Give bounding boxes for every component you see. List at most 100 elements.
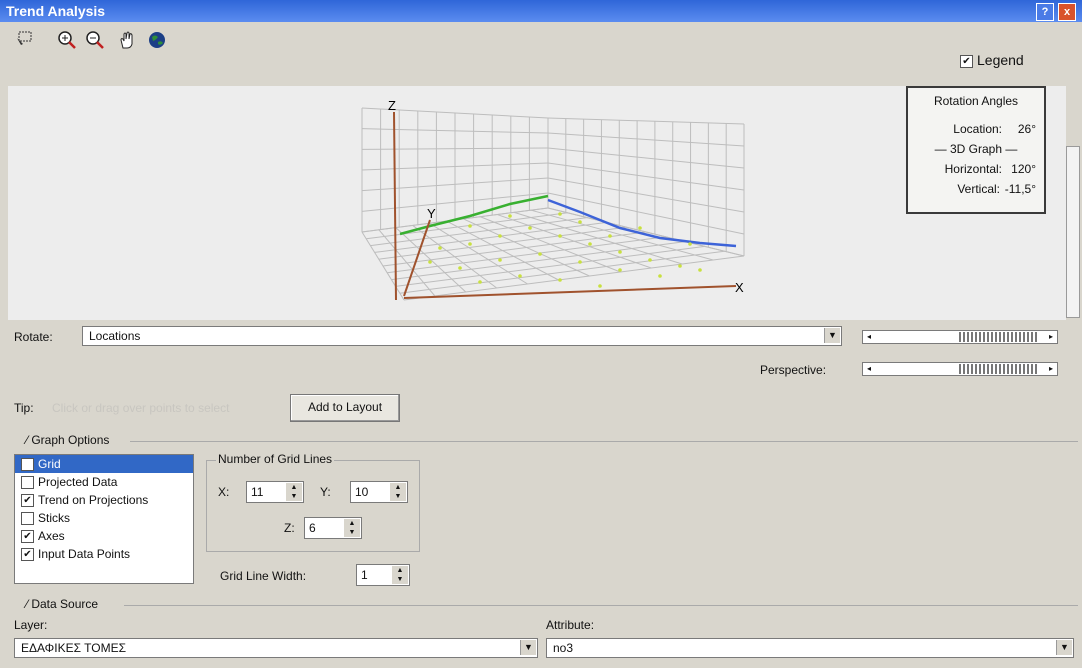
data-point[interactable]	[678, 264, 682, 268]
data-point[interactable]	[498, 234, 502, 238]
attribute-dropdown[interactable]: no3 ▼	[546, 638, 1074, 658]
grid-x-stepper[interactable]: 11 ▲ ▼	[246, 481, 304, 503]
rotate-slider[interactable]: ◂ ▸	[862, 330, 1058, 344]
data-source-title[interactable]: ⁄ Data Source	[26, 597, 98, 611]
grid-y-label: Y:	[320, 485, 331, 499]
grid-line	[547, 147, 745, 169]
grid-z-label: Z:	[284, 521, 295, 535]
section-divider	[130, 441, 1078, 442]
perspective-slider-thumb[interactable]	[959, 364, 1039, 374]
data-point[interactable]	[558, 212, 562, 216]
rotation-angles-legend: Rotation Angles Location: 26° — 3D Graph…	[906, 86, 1046, 214]
grid-z-value: 6	[309, 521, 316, 535]
list-item-label: Trend on Projections	[38, 493, 149, 507]
chevron-down-icon[interactable]: ▼	[1056, 640, 1072, 655]
grid-line	[547, 117, 745, 125]
add-to-layout-button[interactable]: Add to Layout	[290, 394, 400, 422]
data-point[interactable]	[618, 250, 622, 254]
list-item[interactable]: ✔ Grid	[15, 455, 193, 473]
data-point[interactable]	[428, 260, 432, 264]
data-point[interactable]	[698, 268, 702, 272]
list-item[interactable]: Sticks	[15, 509, 193, 527]
checkbox[interactable]: ✔	[21, 494, 34, 508]
grid-line	[387, 236, 666, 274]
data-point[interactable]	[638, 226, 642, 230]
data-point[interactable]	[558, 278, 562, 282]
checkbox[interactable]	[21, 476, 34, 490]
rotate-slider-thumb[interactable]	[959, 332, 1039, 342]
horizontal-label: Horizontal:	[944, 162, 1002, 176]
grid-z-stepper[interactable]: 6 ▲ ▼	[304, 517, 362, 539]
grid-line	[403, 255, 745, 301]
graph-options-list[interactable]: ✔ Grid Projected Data ✔ Trend on Projectio…	[14, 454, 194, 584]
graph-header: — 3D Graph —	[934, 142, 1018, 156]
data-point[interactable]	[558, 234, 562, 238]
data-point[interactable]	[598, 284, 602, 288]
y-axis-label: Y	[427, 206, 436, 221]
checkbox[interactable]: ✔	[21, 548, 34, 562]
scroll-left-icon[interactable]: ◂	[863, 331, 875, 343]
data-point[interactable]	[688, 242, 692, 246]
data-point[interactable]	[538, 252, 542, 256]
data-source-label: Data Source	[31, 597, 99, 611]
grid-line	[547, 162, 745, 191]
list-item[interactable]: Projected Data	[15, 473, 193, 491]
spin-arrows-icon[interactable]: ▲ ▼	[392, 566, 408, 584]
spin-arrows-icon[interactable]: ▲ ▼	[390, 483, 406, 501]
data-point[interactable]	[608, 234, 612, 238]
layer-value: ΕΔΑΦΙΚΕΣ ΤΟΜΕΣ	[21, 641, 126, 655]
data-point[interactable]	[588, 242, 592, 246]
grid-y-value: 10	[355, 485, 369, 499]
data-point[interactable]	[578, 220, 582, 224]
spin-arrows-icon[interactable]: ▲ ▼	[286, 483, 302, 501]
list-item[interactable]: ✔ Axes	[15, 527, 193, 545]
rotate-dropdown[interactable]: Locations ▼	[82, 326, 842, 346]
data-point[interactable]	[478, 280, 482, 284]
data-point[interactable]	[508, 214, 512, 218]
grid-line	[370, 217, 588, 247]
scroll-left-icon[interactable]: ◂	[863, 363, 875, 375]
perspective-label: Perspective:	[760, 363, 827, 377]
grid-width-value: 1	[361, 568, 368, 582]
grid-y-stepper[interactable]: 10 ▲ ▼	[350, 481, 408, 503]
data-point[interactable]	[528, 226, 532, 230]
grid-line	[361, 147, 549, 150]
list-item[interactable]: ✔ Trend on Projections	[15, 491, 193, 509]
checkbox[interactable]	[21, 512, 34, 526]
data-point[interactable]	[468, 242, 472, 246]
grid-width-label: Grid Line Width:	[220, 569, 307, 583]
graph-options-title[interactable]: ⁄ Graph Options	[26, 433, 109, 447]
z-axis-label: Z	[388, 98, 396, 113]
graph-options-label: Graph Options	[31, 433, 110, 447]
list-item[interactable]: ✔ Input Data Points	[15, 545, 193, 563]
data-point[interactable]	[578, 260, 582, 264]
vertical-label: Vertical:	[957, 182, 1000, 196]
data-point[interactable]	[458, 266, 462, 270]
grid-line	[547, 177, 745, 213]
data-point[interactable]	[648, 258, 652, 262]
checkbox[interactable]: ✔	[21, 458, 34, 472]
data-point[interactable]	[658, 274, 662, 278]
data-point[interactable]	[498, 258, 502, 262]
attribute-value: no3	[553, 641, 574, 655]
layer-dropdown[interactable]: ΕΔΑΦΙΚΕΣ ΤΟΜΕΣ ▼	[14, 638, 538, 658]
perspective-slider[interactable]: ◂ ▸	[862, 362, 1058, 376]
scroll-right-icon[interactable]: ▸	[1045, 331, 1057, 343]
chevron-down-icon[interactable]: ▼	[520, 640, 536, 655]
rotation-title: Rotation Angles	[933, 94, 1019, 108]
grid-width-stepper[interactable]: 1 ▲ ▼	[356, 564, 410, 586]
data-point[interactable]	[438, 246, 442, 250]
rotate-label: Rotate:	[14, 330, 53, 344]
scroll-right-icon[interactable]: ▸	[1045, 363, 1057, 375]
chevron-down-icon[interactable]: ▼	[824, 328, 840, 343]
grid-line	[391, 241, 686, 281]
grid-line	[395, 245, 705, 287]
data-point[interactable]	[518, 274, 522, 278]
vertical-slider[interactable]	[1066, 146, 1080, 318]
location-label: Location:	[953, 122, 1002, 136]
data-point[interactable]	[618, 268, 622, 272]
spin-arrows-icon[interactable]: ▲ ▼	[344, 519, 360, 537]
checkbox[interactable]: ✔	[21, 530, 34, 544]
data-point[interactable]	[468, 224, 472, 228]
grid-x-label: X:	[218, 485, 230, 499]
